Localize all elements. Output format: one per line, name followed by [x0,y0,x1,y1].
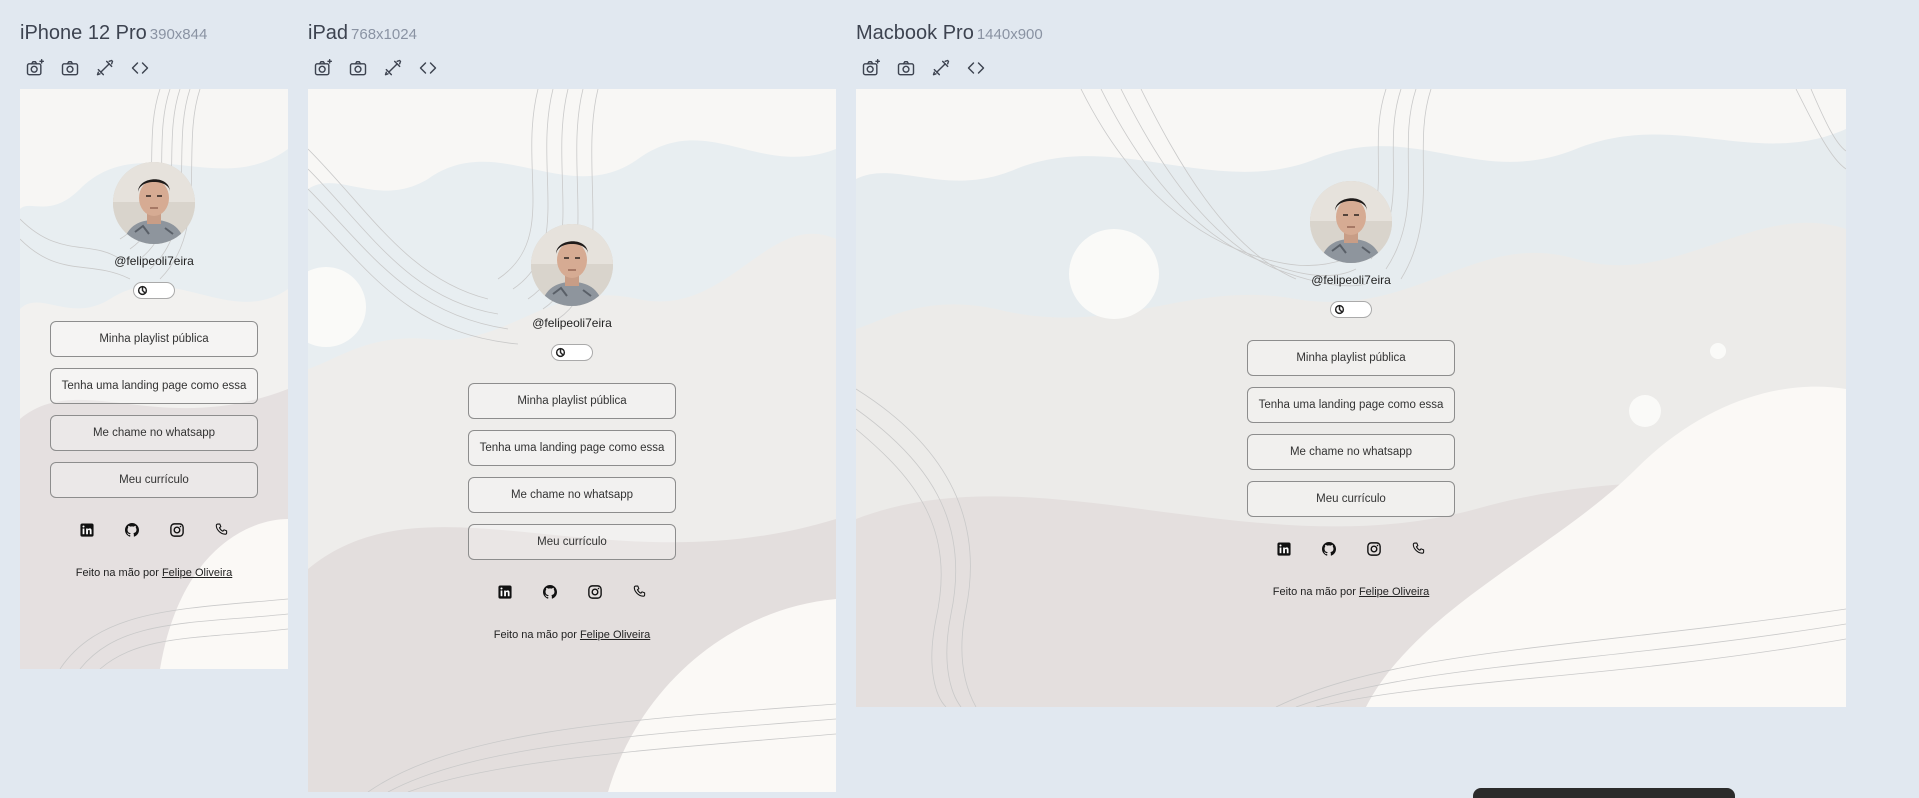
theme-icon [554,346,567,359]
rotate-icon[interactable] [929,56,953,80]
footer-author-link[interactable]: Felipe Oliveira [580,629,650,641]
device-toolbar [23,56,152,80]
device-dimensions: 768x1024 [351,26,417,43]
footer: Feito na mão por Felipe Oliveira [76,567,233,579]
screenshot-icon[interactable] [311,56,335,80]
resume-button[interactable]: Meu currículo [1247,481,1455,517]
whatsapp-button[interactable]: Me chame no whatsapp [1247,434,1455,470]
device-frame: @felipeoli7eira Minha playlist pública T… [20,89,288,669]
footer: Feito na mão por Felipe Oliveira [1273,586,1430,598]
profile-content: @felipeoli7eira Minha playlist pública T… [856,181,1846,598]
profile-handle: @felipeoli7eira [532,316,612,330]
phone-icon[interactable] [632,584,648,600]
footer-author-link[interactable]: Felipe Oliveira [162,567,232,579]
device-dimensions: 1440x900 [976,26,1043,43]
github-icon[interactable] [1321,541,1337,557]
theme-toggle[interactable] [133,282,175,299]
playlist-button[interactable]: Minha playlist pública [468,383,676,419]
linkedin-icon[interactable] [497,584,513,600]
landing-page-button[interactable]: Tenha uma landing page como essa [468,430,676,466]
social-links [497,584,648,600]
profile-content: @felipeoli7eira Minha playlist pública T… [20,162,288,579]
linkedin-icon[interactable] [79,522,95,538]
link-list: Minha playlist pública Tenha uma landing… [468,383,676,560]
camera-icon[interactable] [58,56,82,80]
footer-text: Feito na mão por [1272,586,1356,598]
theme-toggle[interactable] [551,344,593,361]
device-title: Macbook Pro 1440x900 [856,22,1043,45]
code-icon[interactable] [964,56,988,80]
social-links [1276,541,1427,557]
footer-author-link[interactable]: Felipe Oliveira [1359,586,1429,598]
device-dimensions: 390x844 [149,26,208,43]
social-links [79,522,230,538]
phone-icon[interactable] [1411,541,1427,557]
whatsapp-button[interactable]: Me chame no whatsapp [468,477,676,513]
instagram-icon[interactable] [1366,541,1382,557]
link-list: Minha playlist pública Tenha uma landing… [1247,340,1455,517]
theme-toggle[interactable] [1330,301,1372,318]
footer: Feito na mão por Felipe Oliveira [494,629,651,641]
footer-text: Feito na mão por [493,629,577,641]
playlist-button[interactable]: Minha playlist pública [1247,340,1455,376]
device-name: Macbook Pro [856,22,974,44]
profile-content: @felipeoli7eira Minha playlist pública T… [308,224,836,641]
camera-icon[interactable] [346,56,370,80]
avatar [113,162,195,244]
rotate-icon[interactable] [93,56,117,80]
landing-page-button[interactable]: Tenha uma landing page como essa [50,368,258,404]
instagram-icon[interactable] [169,522,185,538]
profile-handle: @felipeoli7eira [114,254,194,268]
rotate-icon[interactable] [381,56,405,80]
screenshot-icon[interactable] [23,56,47,80]
profile-handle: @felipeoli7eira [1311,273,1391,287]
camera-icon[interactable] [894,56,918,80]
code-icon[interactable] [416,56,440,80]
device-frame: @felipeoli7eira Minha playlist pública T… [856,89,1846,707]
bottom-panel-tab[interactable] [1473,788,1735,798]
linkedin-icon[interactable] [1276,541,1292,557]
whatsapp-button[interactable]: Me chame no whatsapp [50,415,258,451]
avatar [531,224,613,306]
device-frame: @felipeoli7eira Minha playlist pública T… [308,89,836,792]
github-icon[interactable] [124,522,140,538]
device-title: iPhone 12 Pro 390x844 [20,22,207,45]
resume-button[interactable]: Meu currículo [468,524,676,560]
theme-icon [136,284,149,297]
device-toolbar [859,56,988,80]
playlist-button[interactable]: Minha playlist pública [50,321,258,357]
device-name: iPad [308,22,349,44]
instagram-icon[interactable] [587,584,603,600]
resume-button[interactable]: Meu currículo [50,462,258,498]
github-icon[interactable] [542,584,558,600]
phone-icon[interactable] [214,522,230,538]
screenshot-icon[interactable] [859,56,883,80]
device-name: iPhone 12 Pro [20,22,147,44]
link-list: Minha playlist pública Tenha uma landing… [50,321,258,498]
code-icon[interactable] [128,56,152,80]
device-title: iPad 768x1024 [308,22,417,45]
avatar [1310,181,1392,263]
theme-icon [1333,303,1346,316]
device-toolbar [311,56,440,80]
footer-text: Feito na mão por [75,567,159,579]
landing-page-button[interactable]: Tenha uma landing page como essa [1247,387,1455,423]
